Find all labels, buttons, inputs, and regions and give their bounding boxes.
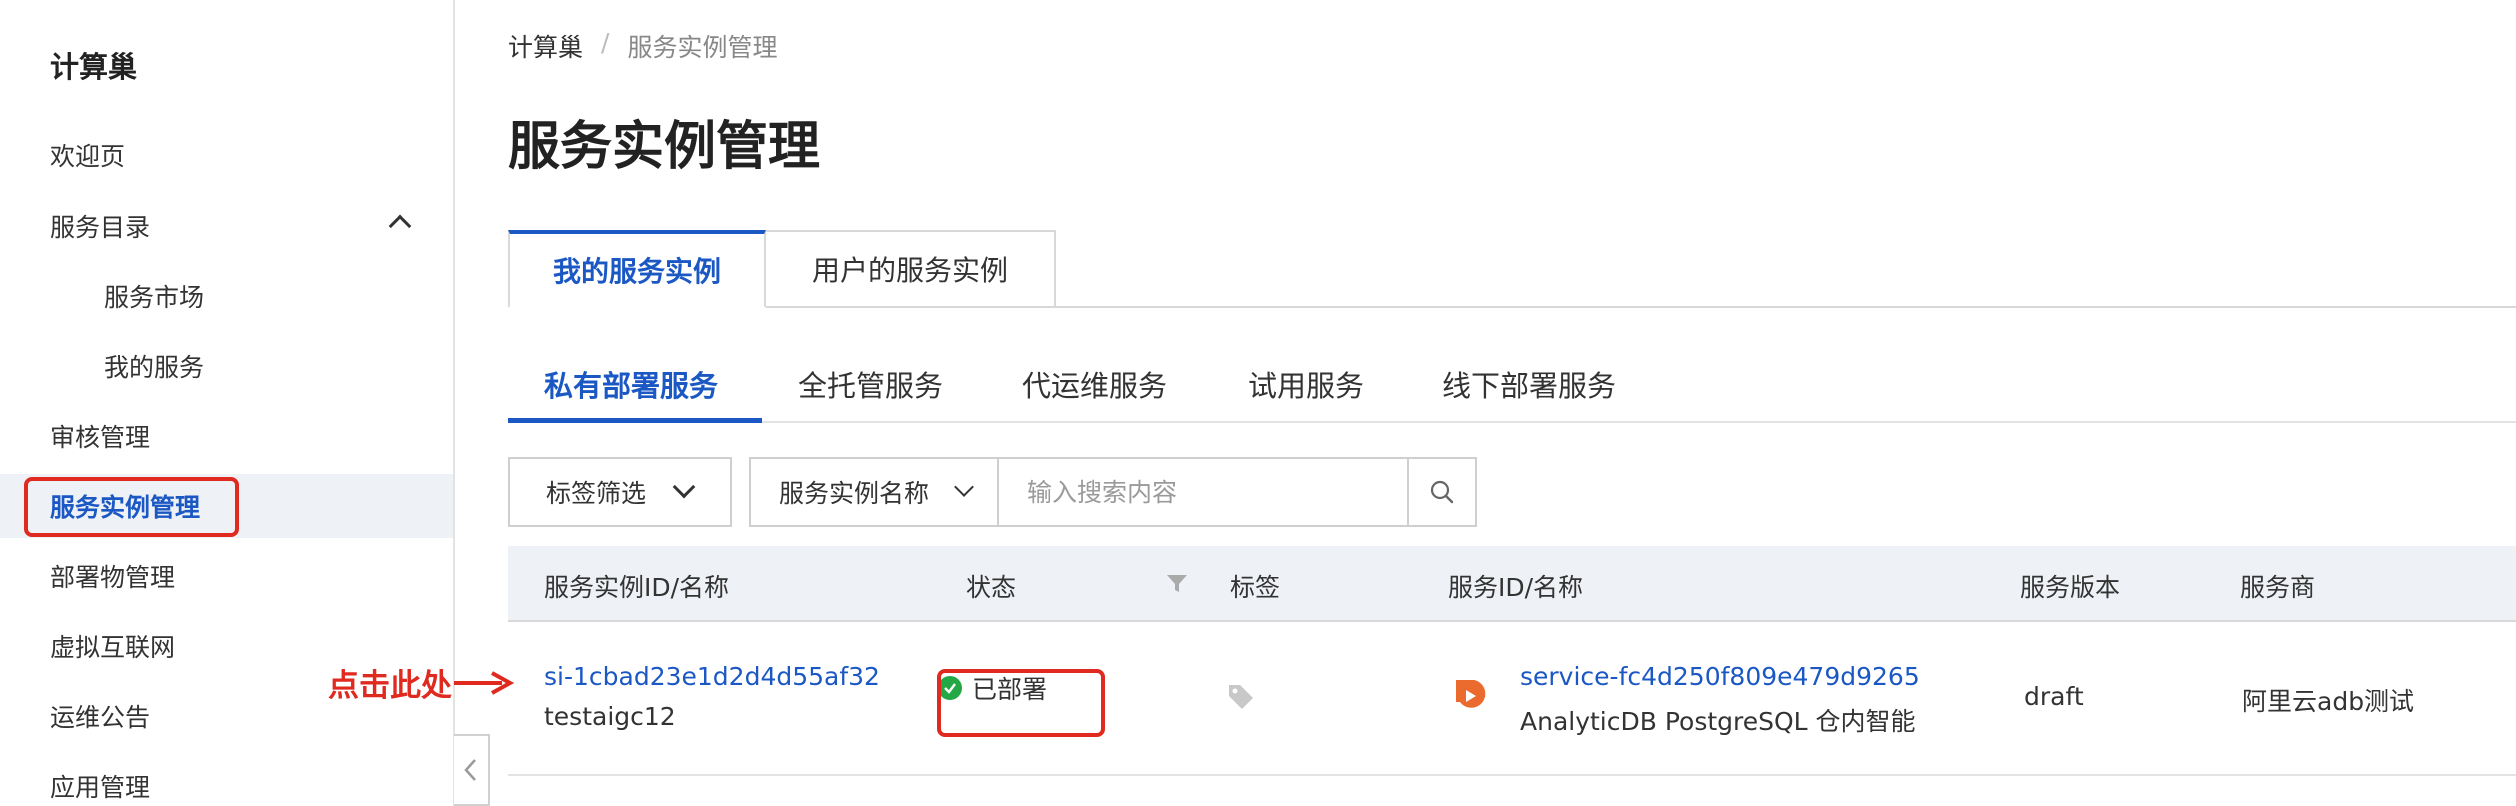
active-tab-indicator bbox=[508, 418, 762, 423]
sidebar-item-label: 审核管理 bbox=[50, 423, 151, 452]
sidebar-item-review[interactable]: 审核管理 bbox=[0, 404, 453, 468]
sidebar-item-label: 我的服务 bbox=[104, 353, 205, 382]
filter-icon[interactable] bbox=[1166, 574, 1188, 594]
highlight-box-status bbox=[937, 669, 1105, 737]
sidebar-item-my-services[interactable]: 我的服务 bbox=[0, 334, 453, 398]
page-title: 服务实例管理 bbox=[508, 117, 821, 177]
breadcrumb: 计算巢 / 服务实例管理 bbox=[508, 28, 777, 64]
service-provider: 阿里云adb测试 bbox=[2242, 687, 2415, 716]
tab-user-instances[interactable]: 用户的服务实例 bbox=[766, 230, 1056, 308]
service-version: draft bbox=[2024, 682, 2084, 711]
sidebar-item-service-market[interactable]: 服务市场 bbox=[0, 264, 453, 328]
annotation-text: 点击此处 bbox=[328, 668, 452, 704]
tab-fully-managed[interactable]: 全托管服务 bbox=[798, 363, 943, 405]
column-header-tags: 标签 bbox=[1230, 573, 1281, 602]
sidebar-item-label: 服务目录 bbox=[50, 213, 151, 242]
breadcrumb-root[interactable]: 计算巢 bbox=[508, 28, 583, 64]
sidebar-item-welcome[interactable]: 欢迎页 bbox=[0, 123, 453, 187]
search-field-select[interactable]: 服务实例名称 bbox=[751, 459, 999, 525]
service-id-link[interactable]: service-fc4d250f809e479d9265 bbox=[1520, 662, 1920, 691]
chevron-up-icon[interactable] bbox=[388, 214, 412, 238]
chevron-down-icon bbox=[672, 475, 696, 499]
tab-my-instances[interactable]: 我的服务实例 bbox=[508, 230, 766, 308]
breadcrumb-current: 服务实例管理 bbox=[627, 33, 778, 62]
secondary-tabs: 私有部署服务 全托管服务 代运维服务 试用服务 线下部署服务 bbox=[508, 355, 2516, 423]
tab-trial[interactable]: 试用服务 bbox=[1248, 363, 1364, 405]
search-input[interactable] bbox=[1001, 459, 1407, 525]
tag-filter-label: 标签筛选 bbox=[546, 479, 647, 508]
column-header-provider: 服务商 bbox=[2240, 573, 2316, 602]
tab-managed-ops[interactable]: 代运维服务 bbox=[1022, 363, 1167, 405]
sidebar-item-label: 部署物管理 bbox=[50, 563, 176, 592]
sidebar-title: 计算巢 bbox=[50, 50, 138, 84]
breadcrumb-separator: / bbox=[601, 28, 610, 57]
sidebar-item-label: 服务市场 bbox=[104, 283, 205, 312]
search-group: 服务实例名称 bbox=[749, 457, 1477, 527]
search-button[interactable] bbox=[1407, 459, 1475, 525]
primary-tabs: 我的服务实例 用户的服务实例 bbox=[508, 230, 2516, 308]
instance-name: testaigc12 bbox=[544, 702, 676, 731]
sidebar-item-label: 应用管理 bbox=[50, 773, 151, 802]
search-field-label: 服务实例名称 bbox=[779, 479, 930, 508]
service-name: AnalyticDB PostgreSQL 仓内智能 bbox=[1520, 707, 1916, 736]
chevron-down-icon bbox=[954, 477, 974, 497]
tab-offline-deploy[interactable]: 线下部署服务 bbox=[1442, 363, 1616, 405]
table-row: si-1cbad23e1d2d4d55af32 testaigc12 已部署 s… bbox=[508, 622, 2516, 776]
sidebar-item-service-catalog[interactable]: 服务目录 bbox=[0, 194, 453, 258]
search-icon bbox=[1430, 480, 1454, 504]
column-header-status: 状态 bbox=[966, 573, 1017, 602]
annotation-callout: 点击此处 bbox=[328, 660, 514, 705]
highlight-box-sidebar bbox=[24, 477, 239, 537]
column-header-service: 服务ID/名称 bbox=[1448, 573, 1584, 602]
column-header-instance: 服务实例ID/名称 bbox=[544, 573, 730, 602]
sidebar-item-label: 欢迎页 bbox=[50, 142, 126, 171]
chevron-left-icon bbox=[464, 759, 476, 781]
tab-private-deploy[interactable]: 私有部署服务 bbox=[544, 363, 718, 405]
column-header-version: 服务版本 bbox=[2020, 573, 2121, 602]
service-logo-icon bbox=[1456, 680, 1486, 708]
sidebar-item-label: 运维公告 bbox=[50, 703, 151, 732]
instance-id-link[interactable]: si-1cbad23e1d2d4d55af32 bbox=[544, 662, 880, 691]
sidebar-collapse-button[interactable] bbox=[454, 734, 490, 806]
sidebar-item-artifacts[interactable]: 部署物管理 bbox=[0, 544, 453, 608]
tag-icon[interactable] bbox=[1226, 682, 1256, 712]
sidebar-item-label: 虚拟互联网 bbox=[50, 633, 176, 662]
sidebar-item-app-management[interactable]: 应用管理 bbox=[0, 754, 453, 806]
arrow-right-icon bbox=[454, 670, 514, 695]
table-header: 服务实例ID/名称 状态 标签 服务ID/名称 服务版本 服务商 bbox=[508, 546, 2516, 622]
tag-filter-button[interactable]: 标签筛选 bbox=[508, 457, 732, 527]
